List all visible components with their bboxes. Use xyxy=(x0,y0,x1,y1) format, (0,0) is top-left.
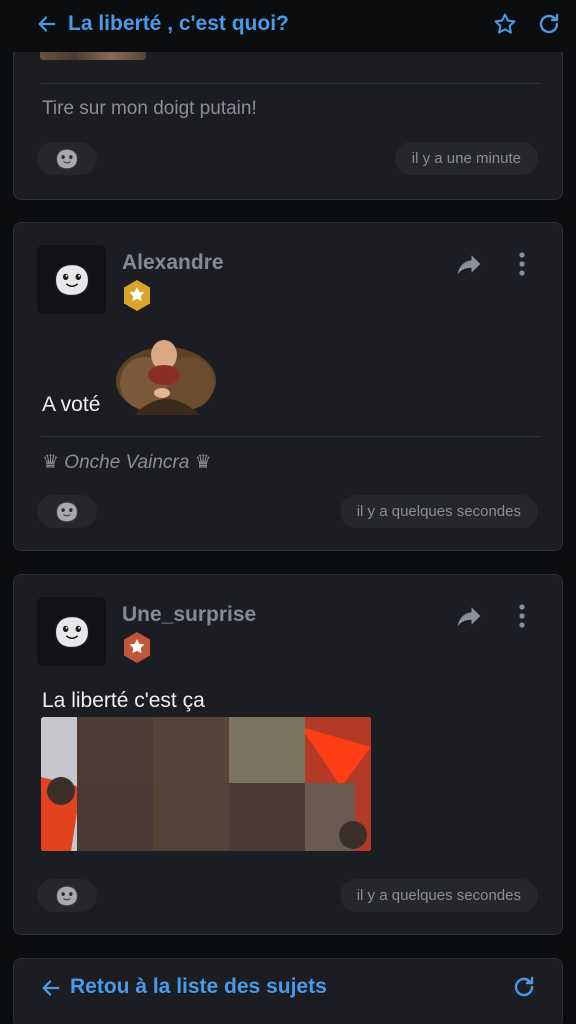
post-card: Une_surprise La liberté c'est ça il y a … xyxy=(13,574,563,935)
post-message: La liberté c'est ça xyxy=(42,689,205,712)
divider xyxy=(41,436,540,437)
avatar-face-icon xyxy=(51,613,93,651)
sticker-image xyxy=(114,331,218,415)
post-signature: ♛ Onche Vaincra ♛ xyxy=(42,452,212,473)
post-card: Alexandre A voté ♛ Onche Vaincra ♛ il y … xyxy=(13,222,563,551)
post-card: Tire sur mon doigt putain! il y a une mi… xyxy=(13,52,563,200)
avatar[interactable] xyxy=(37,245,106,314)
gold-star-badge-icon xyxy=(122,279,152,312)
share-icon[interactable] xyxy=(454,249,484,279)
post-image[interactable] xyxy=(41,717,371,851)
smiley-icon xyxy=(54,500,80,524)
avatar[interactable] xyxy=(37,597,106,666)
post-message: A voté xyxy=(42,393,101,416)
post-timestamp: il y a quelques secondes xyxy=(339,495,538,528)
star-icon[interactable] xyxy=(492,11,518,37)
back-to-topics-bar: Retou à la liste des sujets xyxy=(13,958,563,1024)
more-options-icon[interactable] xyxy=(512,249,532,279)
post-signature: Tire sur mon doigt putain! xyxy=(42,98,257,119)
reaction-button[interactable] xyxy=(37,142,97,175)
post-timestamp: il y a une minute xyxy=(394,142,538,175)
smiley-icon xyxy=(54,884,80,908)
top-bar: La liberté , c'est quoi? xyxy=(0,0,576,48)
arrow-left-icon[interactable] xyxy=(40,977,62,999)
more-options-icon[interactable] xyxy=(512,601,532,631)
reaction-button[interactable] xyxy=(37,495,97,528)
smiley-icon xyxy=(54,147,80,171)
topic-title: La liberté , c'est quoi? xyxy=(68,12,289,35)
post-image xyxy=(40,52,146,60)
share-icon[interactable] xyxy=(454,601,484,631)
username[interactable]: Une_surprise xyxy=(122,603,256,627)
reaction-button[interactable] xyxy=(37,879,97,912)
avatar-face-icon xyxy=(51,261,93,299)
refresh-icon[interactable] xyxy=(512,975,538,1001)
back-to-topics-link[interactable]: Retou à la liste des sujets xyxy=(70,975,327,999)
arrow-left-icon[interactable] xyxy=(36,13,58,35)
copper-star-badge-icon xyxy=(122,631,152,664)
divider xyxy=(41,83,540,84)
refresh-icon[interactable] xyxy=(536,11,562,37)
username[interactable]: Alexandre xyxy=(122,251,224,275)
post-timestamp: il y a quelques secondes xyxy=(339,879,538,912)
